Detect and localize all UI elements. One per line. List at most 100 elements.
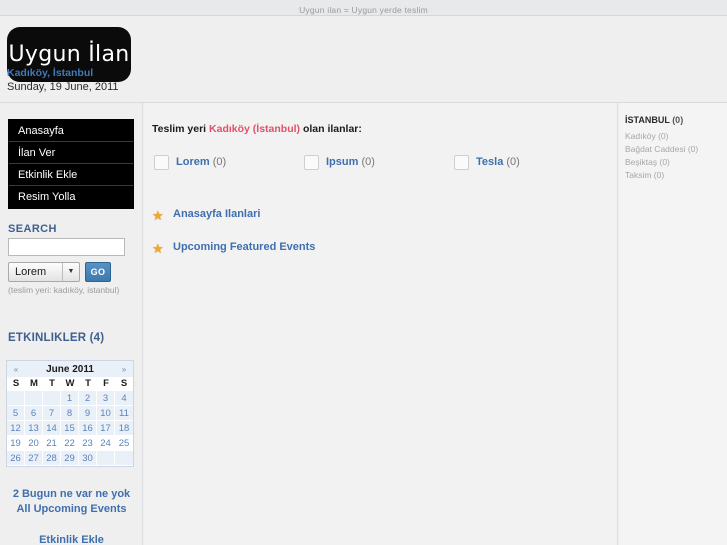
- calendar-week-row: 12 13 14 15 16 17 18: [7, 421, 133, 436]
- calendar-weekday: T: [79, 377, 97, 391]
- search-location-hint: (teslim yeri: kadıköy, istanbul): [8, 285, 120, 295]
- sidebar-item-resim-yolla[interactable]: Resim Yolla: [9, 186, 133, 208]
- chevron-down-icon: ▼: [62, 263, 79, 281]
- sidebar-item-anasayfa[interactable]: Anasayfa: [9, 120, 133, 142]
- calendar-day[interactable]: 23: [79, 436, 97, 451]
- star-icon: ★: [152, 208, 164, 223]
- calendar-day[interactable]: 6: [25, 406, 43, 421]
- events-add-link[interactable]: Etkinlik Ekle: [0, 533, 143, 545]
- calendar-day-today[interactable]: 19: [7, 436, 25, 451]
- calendar-day[interactable]: 17: [97, 421, 115, 436]
- calendar-week-row: 5 6 7 8 9 10 11: [7, 406, 133, 421]
- calendar-weekday: M: [25, 377, 43, 391]
- calendar-day[interactable]: 4: [115, 391, 133, 406]
- events-all-upcoming-link[interactable]: All Upcoming Events: [0, 502, 143, 517]
- category-count: (0): [506, 156, 520, 168]
- calendar-weekday: S: [115, 377, 133, 391]
- calendar-day[interactable]: 5: [7, 406, 25, 421]
- current-date-label: Sunday, 19 June, 2011: [7, 81, 119, 93]
- calendar-day[interactable]: 12: [7, 421, 25, 436]
- heading-suffix: olan ilanlar:: [300, 123, 362, 135]
- calendar-day[interactable]: 1: [61, 391, 79, 406]
- calendar-day[interactable]: 13: [25, 421, 43, 436]
- sidebar-item-ilan-ver[interactable]: İlan Ver: [9, 142, 133, 164]
- calendar-day[interactable]: 20: [25, 436, 43, 451]
- region-item-besiktas[interactable]: Beşiktaş (0): [625, 157, 670, 167]
- calendar-weekday-row: S M T W T F S: [7, 377, 133, 391]
- category-label-tesla[interactable]: Tesla (0): [476, 155, 520, 170]
- calendar-day[interactable]: 8: [61, 406, 79, 421]
- content-columns: Anasayfa İlan Ver Etkinlik Ekle Resim Yo…: [0, 103, 727, 545]
- calendar-month-title: June 2011: [46, 363, 94, 375]
- search-category-value: Lorem: [15, 266, 47, 278]
- search-category-select[interactable]: Lorem ▼: [8, 262, 80, 282]
- calendar-next-icon[interactable]: »: [115, 365, 133, 374]
- sidebar-item-etkinlik-ekle[interactable]: Etkinlik Ekle: [9, 164, 133, 186]
- calendar-day[interactable]: 21: [43, 436, 61, 451]
- events-heading: ETKINLIKLER (4): [8, 332, 105, 344]
- calendar-day[interactable]: 3: [97, 391, 115, 406]
- search-go-button[interactable]: GO: [85, 262, 111, 282]
- region-heading: İSTANBUL (0): [625, 115, 683, 125]
- calendar-day[interactable]: 18: [115, 421, 133, 436]
- heading-prefix: Teslim yeri: [152, 123, 210, 135]
- links-spacer: [0, 517, 143, 533]
- calendar-weekday: S: [7, 377, 25, 391]
- category-label-lorem[interactable]: Lorem (0): [176, 155, 226, 170]
- calendar-day[interactable]: 11: [115, 406, 133, 421]
- calendar-day[interactable]: 2: [79, 391, 97, 406]
- calendar-day: [43, 391, 61, 406]
- region-item-kadikoy[interactable]: Kadıköy (0): [625, 131, 668, 141]
- search-heading: SEARCH: [8, 223, 57, 235]
- calendar-day: [25, 391, 43, 406]
- calendar-day[interactable]: 9: [79, 406, 97, 421]
- main-content: Teslim yeri Kadıköy (İstanbul) olan ilan…: [144, 103, 618, 545]
- search-input[interactable]: [8, 238, 125, 256]
- calendar-week-row-current: 19 20 21 22 23 24 25: [7, 436, 133, 451]
- main-listing-heading: Teslim yeri Kadıköy (İstanbul) olan ilan…: [152, 123, 362, 135]
- top-tagline-bar: Uygun ilan = Uygun yerde teslim: [0, 0, 727, 16]
- calendar-day: [7, 391, 25, 406]
- main-navigation: Anasayfa İlan Ver Etkinlik Ekle Resim Yo…: [8, 119, 134, 209]
- calendar-day: [97, 451, 115, 466]
- calendar-day[interactable]: 27: [25, 451, 43, 466]
- checkbox-ipsum[interactable]: [304, 155, 319, 170]
- checkbox-tesla[interactable]: [454, 155, 469, 170]
- category-name: Tesla: [476, 156, 504, 168]
- events-links: 2 Bugun ne var ne yok All Upcoming Event…: [0, 487, 143, 545]
- calendar-day[interactable]: 16: [79, 421, 97, 436]
- category-label-ipsum[interactable]: Ipsum (0): [326, 155, 375, 170]
- calendar-week-row: 26 27 28 29 30: [7, 451, 133, 466]
- category-name: Lorem: [176, 156, 210, 168]
- calendar-day[interactable]: 25: [115, 436, 133, 451]
- calendar-day[interactable]: 28: [43, 451, 61, 466]
- calendar-day[interactable]: 26: [7, 451, 25, 466]
- category-count: (0): [361, 156, 375, 168]
- left-sidebar: Anasayfa İlan Ver Etkinlik Ekle Resim Yo…: [0, 103, 143, 545]
- calendar-weekday: T: [43, 377, 61, 391]
- calendar-day[interactable]: 22: [61, 436, 79, 451]
- region-item-bagdat-caddesi[interactable]: Bağdat Caddesi (0): [625, 144, 698, 154]
- calendar-day[interactable]: 30: [79, 451, 97, 466]
- calendar-weekday: W: [61, 377, 79, 391]
- calendar-week-row: 1 2 3 4: [7, 391, 133, 406]
- calendar-day[interactable]: 24: [97, 436, 115, 451]
- events-calendar: « June 2011 » S M T W T F S 1 2 3 4 5 6 …: [6, 360, 134, 467]
- current-location-label: Kadıköy, İstanbul: [7, 67, 94, 79]
- calendar-day[interactable]: 14: [43, 421, 61, 436]
- calendar-day[interactable]: 7: [43, 406, 61, 421]
- checkbox-lorem[interactable]: [154, 155, 169, 170]
- calendar-day: [115, 451, 133, 466]
- page-root: Uygun ilan = Uygun yerde teslim Uygun İl…: [0, 0, 727, 545]
- heading-location: Kadıköy (İstanbul): [209, 123, 301, 135]
- category-count: (0): [212, 156, 227, 168]
- right-sidebar: İSTANBUL (0) Kadıköy (0) Bağdat Caddesi …: [619, 103, 727, 545]
- calendar-day[interactable]: 15: [61, 421, 79, 436]
- featured-label[interactable]: Upcoming Featured Events: [173, 241, 315, 253]
- calendar-prev-icon[interactable]: «: [7, 365, 25, 374]
- events-today-link[interactable]: 2 Bugun ne var ne yok: [0, 487, 143, 502]
- region-item-taksim[interactable]: Taksim (0): [625, 170, 664, 180]
- featured-label[interactable]: Anasayfa Ilanlari: [173, 208, 260, 220]
- calendar-day[interactable]: 29: [61, 451, 79, 466]
- calendar-day[interactable]: 10: [97, 406, 115, 421]
